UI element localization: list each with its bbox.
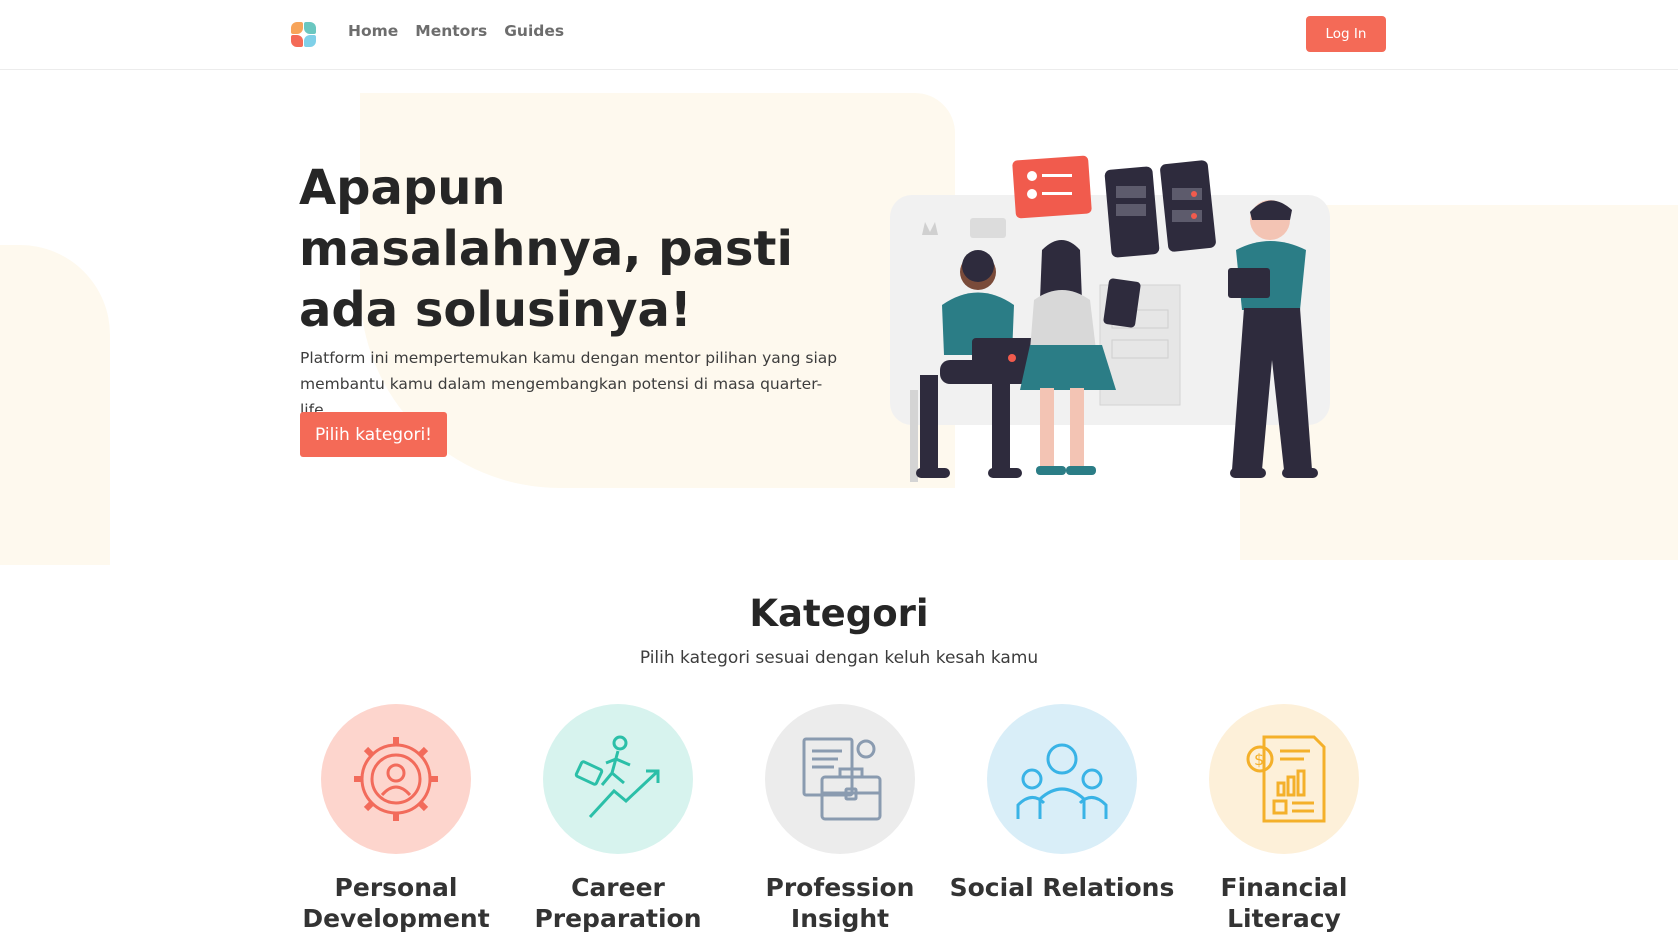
categories-title: Kategori bbox=[749, 592, 929, 635]
category-icon-circle: $ bbox=[1209, 704, 1359, 854]
people-group-icon bbox=[1016, 743, 1108, 819]
category-icon-circle bbox=[321, 704, 471, 854]
category-label: Social Relations bbox=[949, 873, 1175, 902]
hero-bg-blob-left bbox=[0, 245, 110, 565]
svg-text:$: $ bbox=[1254, 750, 1264, 769]
category-icon-circle bbox=[543, 704, 693, 854]
category-icon-circle bbox=[987, 704, 1137, 854]
nav-links: Home Mentors Guides bbox=[348, 22, 564, 40]
category-list: Personal Development Career Preparation bbox=[296, 704, 1396, 944]
person-gear-icon bbox=[354, 737, 438, 821]
login-button[interactable]: Log In bbox=[1306, 16, 1386, 52]
category-label: Financial Literacy bbox=[1220, 873, 1348, 933]
nav-guides-link[interactable]: Guides bbox=[504, 22, 564, 40]
categories-subtitle: Pilih kategori sesuai dengan keluh kesah… bbox=[639, 648, 1039, 668]
category-label: Career Preparation bbox=[534, 873, 702, 933]
hero-illustration bbox=[890, 155, 1330, 482]
career-climb-icon bbox=[574, 735, 660, 819]
finance-report-icon: $ bbox=[1246, 735, 1326, 823]
category-label: Personal Development bbox=[302, 873, 490, 933]
nav-mentors-link[interactable]: Mentors bbox=[415, 22, 487, 40]
briefcase-document-icon bbox=[802, 737, 882, 821]
hero-title: Apapun masalahnya, pasti ada solusinya! bbox=[299, 160, 793, 338]
category-label: Profession Insight bbox=[765, 873, 915, 933]
category-icon-circle bbox=[765, 704, 915, 854]
brand-logo-icon[interactable] bbox=[291, 22, 317, 48]
nav-home-link[interactable]: Home bbox=[348, 22, 398, 40]
choose-category-button[interactable]: Pilih kategori! bbox=[300, 412, 447, 457]
navbar: Home Mentors Guides Log In bbox=[0, 0, 1678, 70]
